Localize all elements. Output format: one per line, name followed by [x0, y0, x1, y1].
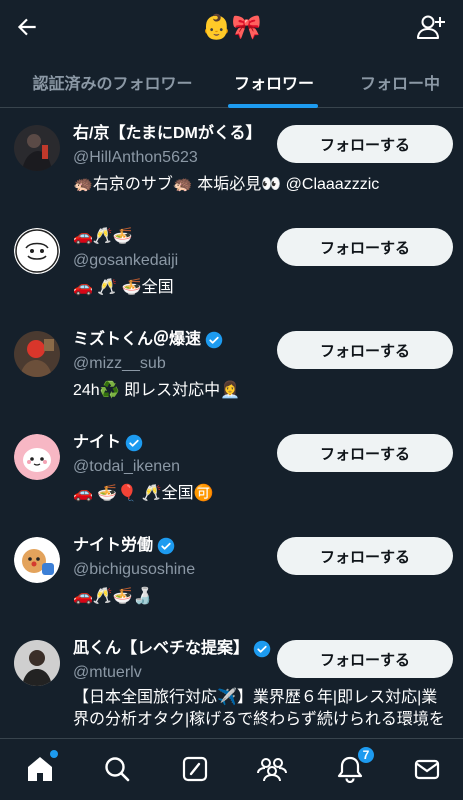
tab-verified-followers[interactable]: 認証済みのフォロワー: [10, 56, 215, 108]
tab-following[interactable]: フォロー中: [345, 56, 455, 108]
user-name: ナイト労働: [73, 536, 175, 556]
tab-bar: 認証済みのフォロワー フォロワー フォロー中: [0, 56, 463, 108]
avatar[interactable]: [14, 434, 60, 480]
follow-button[interactable]: フォローする: [277, 331, 453, 369]
notification-count-badge: 7: [356, 745, 376, 765]
user-handle: @mtuerlv: [73, 664, 142, 681]
nav-communities[interactable]: [256, 753, 288, 785]
follow-button[interactable]: フォローする: [277, 434, 453, 472]
nav-home[interactable]: [24, 750, 58, 785]
communities-icon: [257, 758, 287, 782]
avatar[interactable]: [14, 331, 60, 377]
verified-badge-icon: [125, 434, 143, 452]
user-name: ミズトくん＠爆速: [73, 330, 223, 350]
user-name: ナイト: [73, 433, 143, 453]
user-name: 凪くん【レベチな提案】: [73, 639, 271, 659]
list-item[interactable]: 右/京【たまにDMがくる】 @HillAnthon5623 🦔右京のサブ🦔 本垢…: [0, 109, 463, 212]
home-icon: [28, 757, 52, 781]
user-bio: 24h♻️ 即レス対応中👩‍💼: [73, 382, 240, 399]
user-handle: @HillAnthon5623: [73, 149, 198, 166]
back-button[interactable]: [12, 12, 42, 42]
verified-badge-icon: [253, 640, 271, 658]
verified-badge-icon: [205, 331, 223, 349]
avatar[interactable]: [14, 228, 60, 274]
avatar[interactable]: [14, 125, 60, 171]
user-bio: 【日本全国旅行対応✈️】業界歴６年|即レス対応|業界の分析オタク|稼げるで終わら…: [73, 689, 445, 728]
nav-compose[interactable]: [179, 753, 211, 785]
add-user-icon: [417, 15, 445, 39]
user-handle: @bichigusoshine: [73, 561, 196, 578]
avatar[interactable]: [14, 537, 60, 583]
page-title: 👶🎀: [201, 14, 262, 41]
user-name: 右/京【たまにDMがくる】: [73, 125, 262, 142]
user-handle: @todai_ikenen: [73, 458, 180, 475]
add-user-button[interactable]: [415, 12, 447, 42]
active-tab-indicator: [228, 104, 318, 108]
avatar[interactable]: [14, 640, 60, 686]
nav-search[interactable]: [101, 753, 133, 785]
list-item[interactable]: 🚗🥂🍜 @gosankedaiji 🚗 🥂 🍜全国 フォローする: [0, 212, 463, 315]
follow-button[interactable]: フォローする: [277, 640, 453, 678]
user-handle: @mizz__sub: [73, 355, 166, 372]
mail-icon: [414, 759, 440, 780]
user-bio: 🚗 🍜🎈 🥂全国🉑: [73, 485, 214, 502]
list-item[interactable]: ミズトくん＠爆速 @mizz__sub 24h♻️ 即レス対応中👩‍💼 フォロー…: [0, 315, 463, 418]
list-item[interactable]: ナイト @todai_ikenen 🚗 🍜🎈 🥂全国🉑 フォローする: [0, 418, 463, 521]
user-bio: 🚗🥂🍜🍶: [73, 588, 153, 605]
follow-button[interactable]: フォローする: [277, 125, 453, 163]
nav-notifications[interactable]: 7: [334, 745, 376, 785]
user-bio: 🦔右京のサブ🦔 本垢必見👀 @Claaazzzic: [73, 176, 380, 193]
follow-button[interactable]: フォローする: [277, 537, 453, 575]
user-handle: @gosankedaiji: [73, 252, 179, 269]
follow-button[interactable]: フォローする: [277, 228, 453, 266]
bottom-navigation: 7: [0, 738, 463, 800]
compose-icon: [182, 756, 208, 782]
list-item[interactable]: ナイト労働 @bichigusoshine 🚗🥂🍜🍶 フォローする: [0, 521, 463, 624]
user-name: 🚗🥂🍜: [73, 228, 133, 245]
user-bio: 🚗 🥂 🍜全国: [73, 279, 174, 296]
home-unread-dot: [50, 750, 58, 758]
back-arrow-icon: [17, 18, 36, 36]
list-item[interactable]: 凪くん【レベチな提案】 @mtuerlv 【日本全国旅行対応✈️】業界歴６年|即…: [0, 624, 463, 744]
tab-followers[interactable]: フォロワー: [220, 56, 328, 108]
search-icon: [105, 757, 130, 782]
verified-badge-icon: [157, 537, 175, 555]
nav-messages[interactable]: [411, 753, 443, 785]
top-bar: 👶🎀: [0, 0, 463, 56]
